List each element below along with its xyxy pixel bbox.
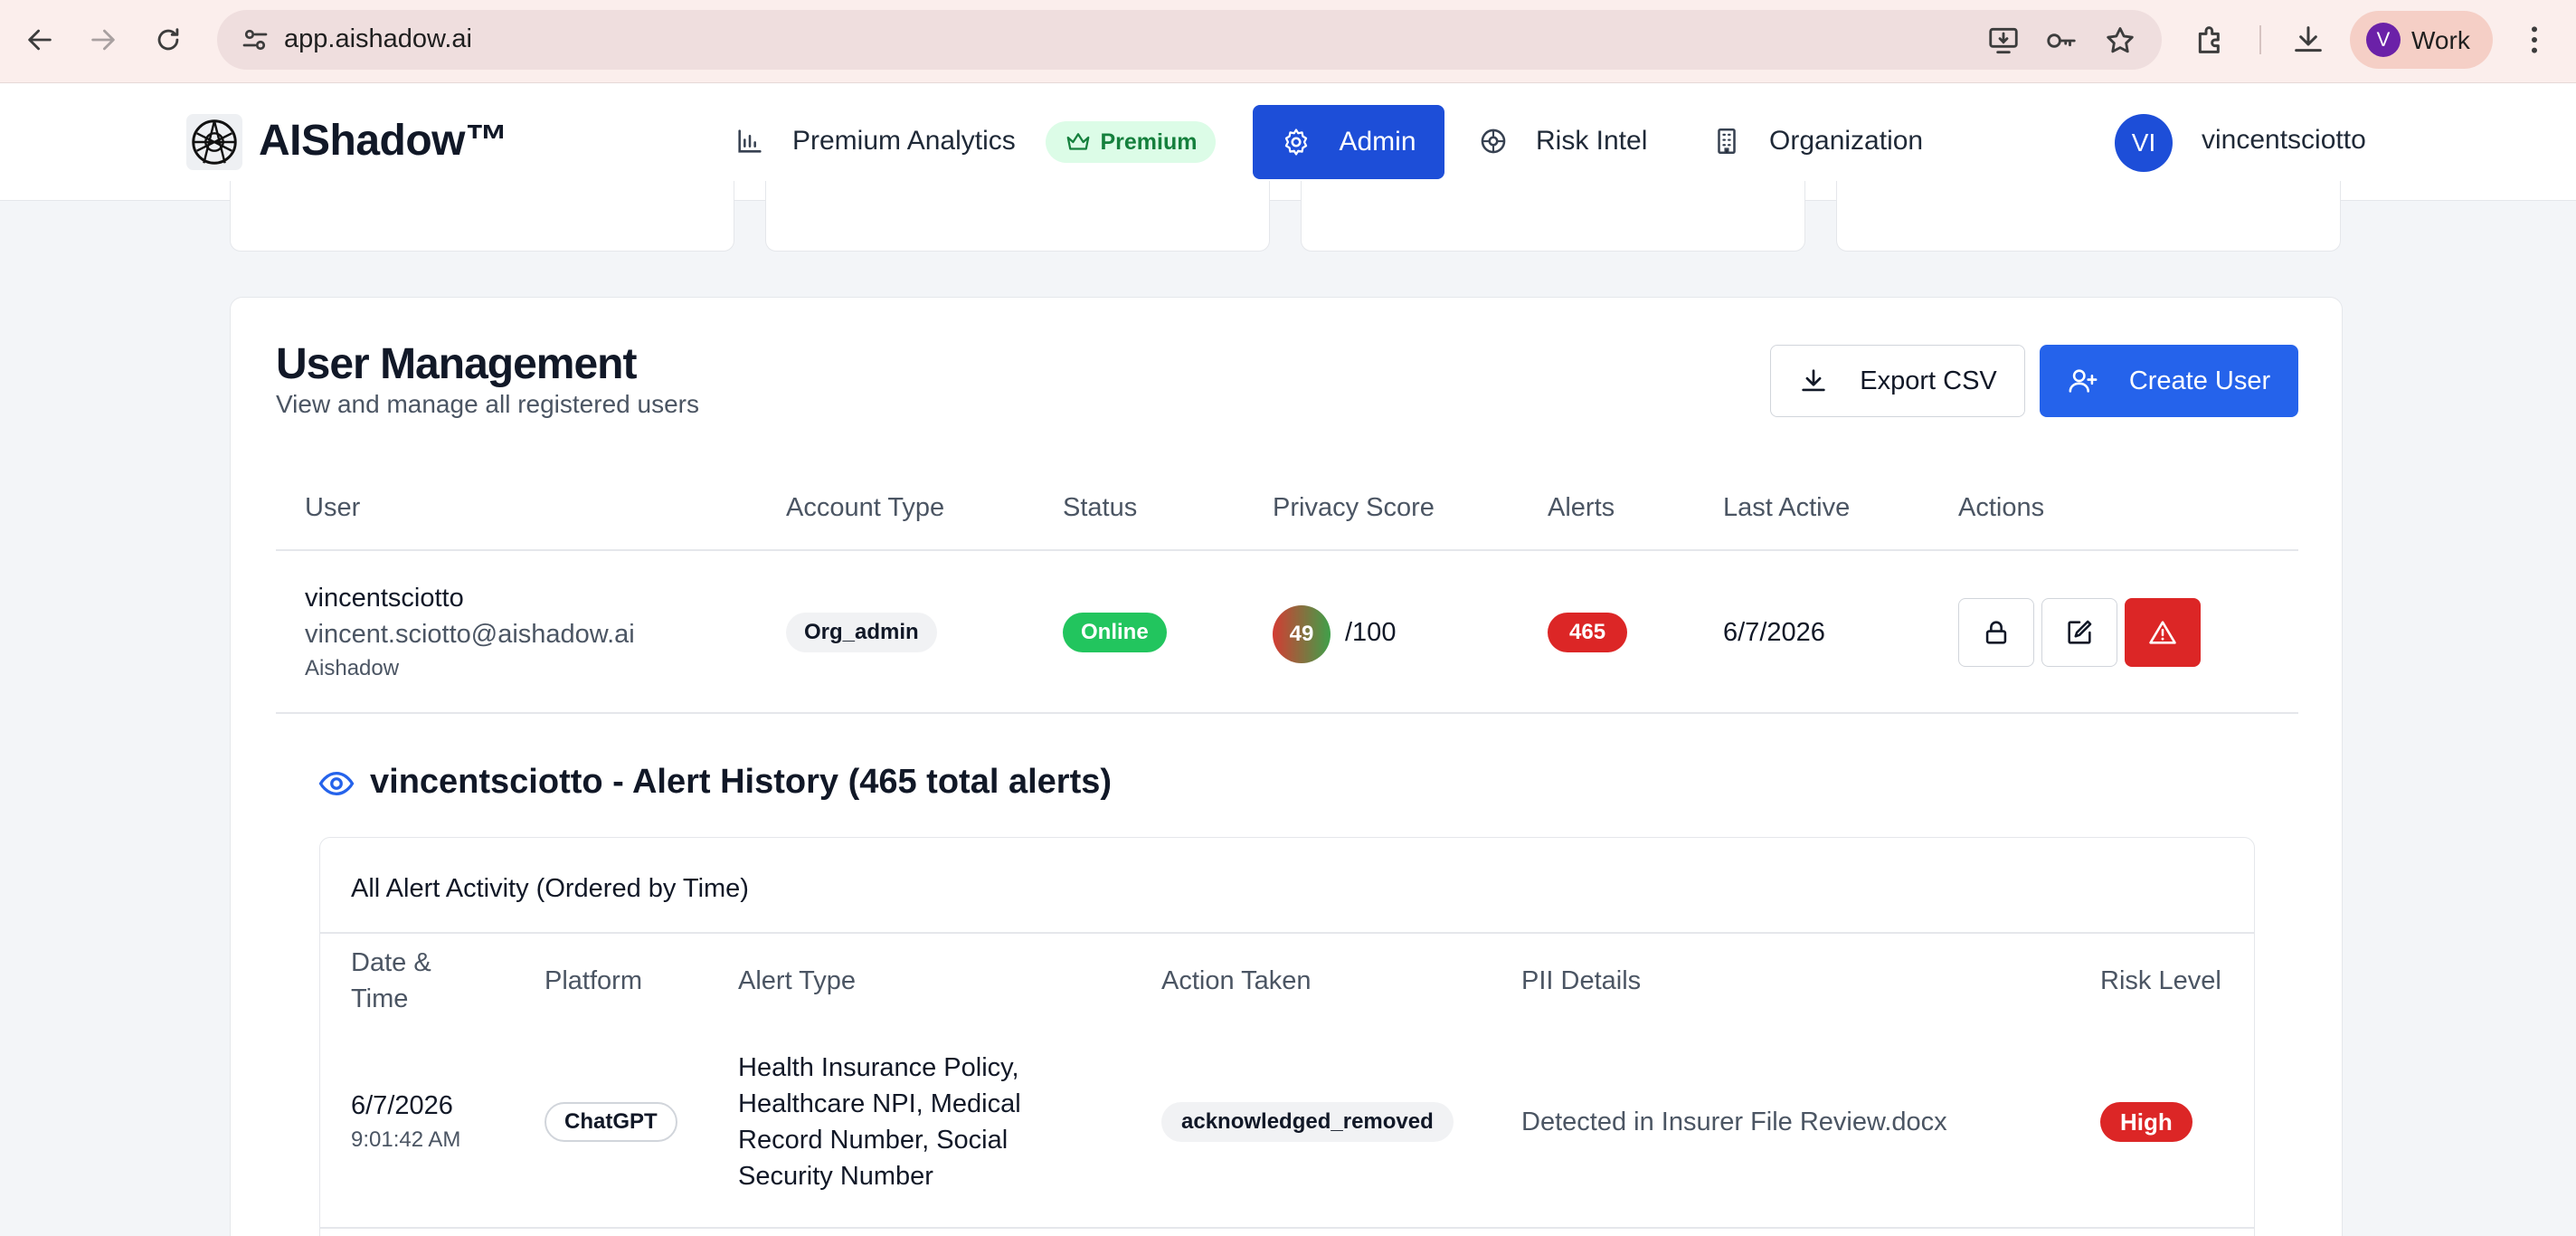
user-management-card: User Management View and manage all regi… bbox=[230, 297, 2343, 1236]
column-header-pii-details: PII Details bbox=[1521, 966, 1642, 995]
eye-icon bbox=[318, 771, 355, 796]
stat-card bbox=[1301, 181, 1805, 252]
profile-avatar: V bbox=[2366, 23, 2401, 57]
crown-icon bbox=[1066, 133, 1089, 150]
user-email: vincent.sciotto@aishadow.ai bbox=[305, 620, 635, 649]
gear-icon bbox=[1285, 128, 1308, 156]
status-badge: Online bbox=[1063, 613, 1167, 652]
profile-button[interactable]: V Work bbox=[2350, 11, 2493, 69]
column-header-last-active[interactable]: Last Active bbox=[1723, 493, 1850, 523]
create-user-button[interactable]: Create User bbox=[2040, 345, 2298, 417]
account-type-badge: Org_admin bbox=[786, 613, 937, 652]
risk-level-badge: High bbox=[2100, 1102, 2192, 1142]
forward-button[interactable] bbox=[83, 20, 123, 60]
table-divider bbox=[320, 1227, 2254, 1229]
aishadow-logo-icon[interactable] bbox=[186, 114, 242, 170]
nav-risk-intel[interactable]: Risk Intel bbox=[1478, 105, 1647, 177]
column-header-date-time: Date & Time bbox=[351, 948, 431, 1013]
back-button[interactable] bbox=[20, 20, 60, 60]
bar-chart-icon bbox=[738, 129, 762, 153]
section-title: User Management bbox=[276, 340, 637, 388]
toolbar-divider bbox=[2259, 25, 2261, 54]
alert-history-panel-title: All Alert Activity (Ordered by Time) bbox=[351, 874, 749, 903]
action-taken-badge: acknowledged_removed bbox=[1161, 1102, 1454, 1142]
reload-icon bbox=[157, 28, 179, 51]
header-user-name[interactable]: vincentsciotto bbox=[2202, 125, 2366, 156]
edit-user-button[interactable] bbox=[2041, 598, 2117, 667]
download-icon[interactable] bbox=[2290, 22, 2326, 58]
user-organization: Aishadow bbox=[305, 656, 400, 680]
table-divider bbox=[276, 549, 2298, 551]
nav-organization-label: Organization bbox=[1769, 126, 1924, 156]
warning-triangle-icon bbox=[2149, 621, 2176, 644]
site-settings-icon[interactable] bbox=[239, 24, 271, 56]
last-active-date: 6/7/2026 bbox=[1723, 618, 1825, 647]
column-header-status[interactable]: Status bbox=[1063, 493, 1137, 523]
user-alerts-button[interactable] bbox=[2125, 598, 2201, 667]
stat-card bbox=[765, 181, 1270, 252]
arrow-right-icon bbox=[91, 29, 115, 51]
premium-badge-label: Premium bbox=[1100, 128, 1198, 155]
alert-date: 6/7/2026 bbox=[351, 1091, 453, 1120]
alert-type-text: Health Insurance Policy, Healthcare NPI,… bbox=[738, 1053, 1021, 1191]
nav-admin[interactable]: Admin bbox=[1253, 105, 1444, 179]
nav-premium-analytics-label: Premium Analytics bbox=[792, 126, 1016, 156]
section-subtitle: View and manage all registered users bbox=[276, 390, 699, 418]
column-header-privacy-score[interactable]: Privacy Score bbox=[1273, 493, 1435, 523]
panel-divider bbox=[320, 932, 2254, 934]
user-plus-icon bbox=[2069, 369, 2098, 393]
alerts-count-badge[interactable]: 465 bbox=[1548, 613, 1628, 652]
privacy-score-badge: 49 bbox=[1273, 605, 1331, 663]
more-vert-icon[interactable] bbox=[2516, 22, 2552, 58]
stat-card bbox=[1836, 181, 2341, 252]
alert-time: 9:01:42 AM bbox=[351, 1127, 461, 1152]
user-name[interactable]: vincentsciotto bbox=[305, 584, 464, 613]
download-icon bbox=[1802, 369, 1825, 392]
lock-user-button[interactable] bbox=[1958, 598, 2034, 667]
address-bar[interactable]: app.aishadow.ai bbox=[217, 10, 2162, 70]
nav-premium-analytics[interactable]: Premium Analytics bbox=[734, 105, 1016, 177]
profile-label: Work bbox=[2411, 26, 2470, 54]
pii-details-text: Detected in Insurer File Review.docx bbox=[1521, 1108, 1947, 1136]
risk-intel-icon bbox=[1481, 128, 1506, 154]
nav-admin-label: Admin bbox=[1339, 127, 1416, 157]
column-header-risk-level: Risk Level bbox=[2100, 966, 2221, 995]
export-csv-button[interactable]: Export CSV bbox=[1770, 345, 2025, 417]
building-icon bbox=[1718, 128, 1736, 155]
install-app-icon[interactable] bbox=[1986, 24, 2021, 58]
premium-badge: Premium bbox=[1046, 121, 1216, 163]
privacy-score-max: /100 bbox=[1345, 618, 1397, 647]
column-header-actions: Actions bbox=[1958, 493, 2045, 522]
browser-toolbar: app.aishadow.ai V Work bbox=[0, 0, 2576, 83]
nav-risk-intel-label: Risk Intel bbox=[1536, 126, 1648, 156]
brand-name[interactable]: AIShadow™ bbox=[259, 116, 508, 166]
edit-icon bbox=[2068, 620, 2092, 644]
column-header-alerts[interactable]: Alerts bbox=[1548, 493, 1615, 523]
alert-history-title: vincentsciotto - Alert History (465 tota… bbox=[370, 763, 1113, 801]
arrow-left-icon bbox=[28, 29, 52, 51]
nav-organization[interactable]: Organization bbox=[1711, 105, 1923, 177]
create-user-label: Create User bbox=[2128, 366, 2271, 395]
alert-history-panel: All Alert Activity (Ordered by Time) Dat… bbox=[319, 837, 2255, 1236]
lock-icon bbox=[1985, 621, 2007, 644]
table-divider bbox=[276, 712, 2298, 714]
column-header-account-type[interactable]: Account Type bbox=[786, 493, 944, 523]
stat-card bbox=[230, 181, 734, 252]
platform-badge: ChatGPT bbox=[545, 1102, 677, 1142]
extensions-icon[interactable] bbox=[2192, 22, 2229, 58]
export-csv-label: Export CSV bbox=[1860, 366, 1997, 395]
reload-button[interactable] bbox=[148, 20, 188, 60]
star-icon[interactable] bbox=[2103, 24, 2137, 58]
user-avatar[interactable]: VI bbox=[2115, 114, 2173, 172]
column-header-alert-type: Alert Type bbox=[738, 966, 857, 995]
column-header-platform: Platform bbox=[545, 966, 642, 995]
column-header-action-taken: Action Taken bbox=[1161, 966, 1312, 995]
url-text[interactable]: app.aishadow.ai bbox=[284, 24, 472, 54]
key-icon[interactable] bbox=[2044, 24, 2079, 58]
column-header-user[interactable]: User bbox=[305, 493, 360, 523]
